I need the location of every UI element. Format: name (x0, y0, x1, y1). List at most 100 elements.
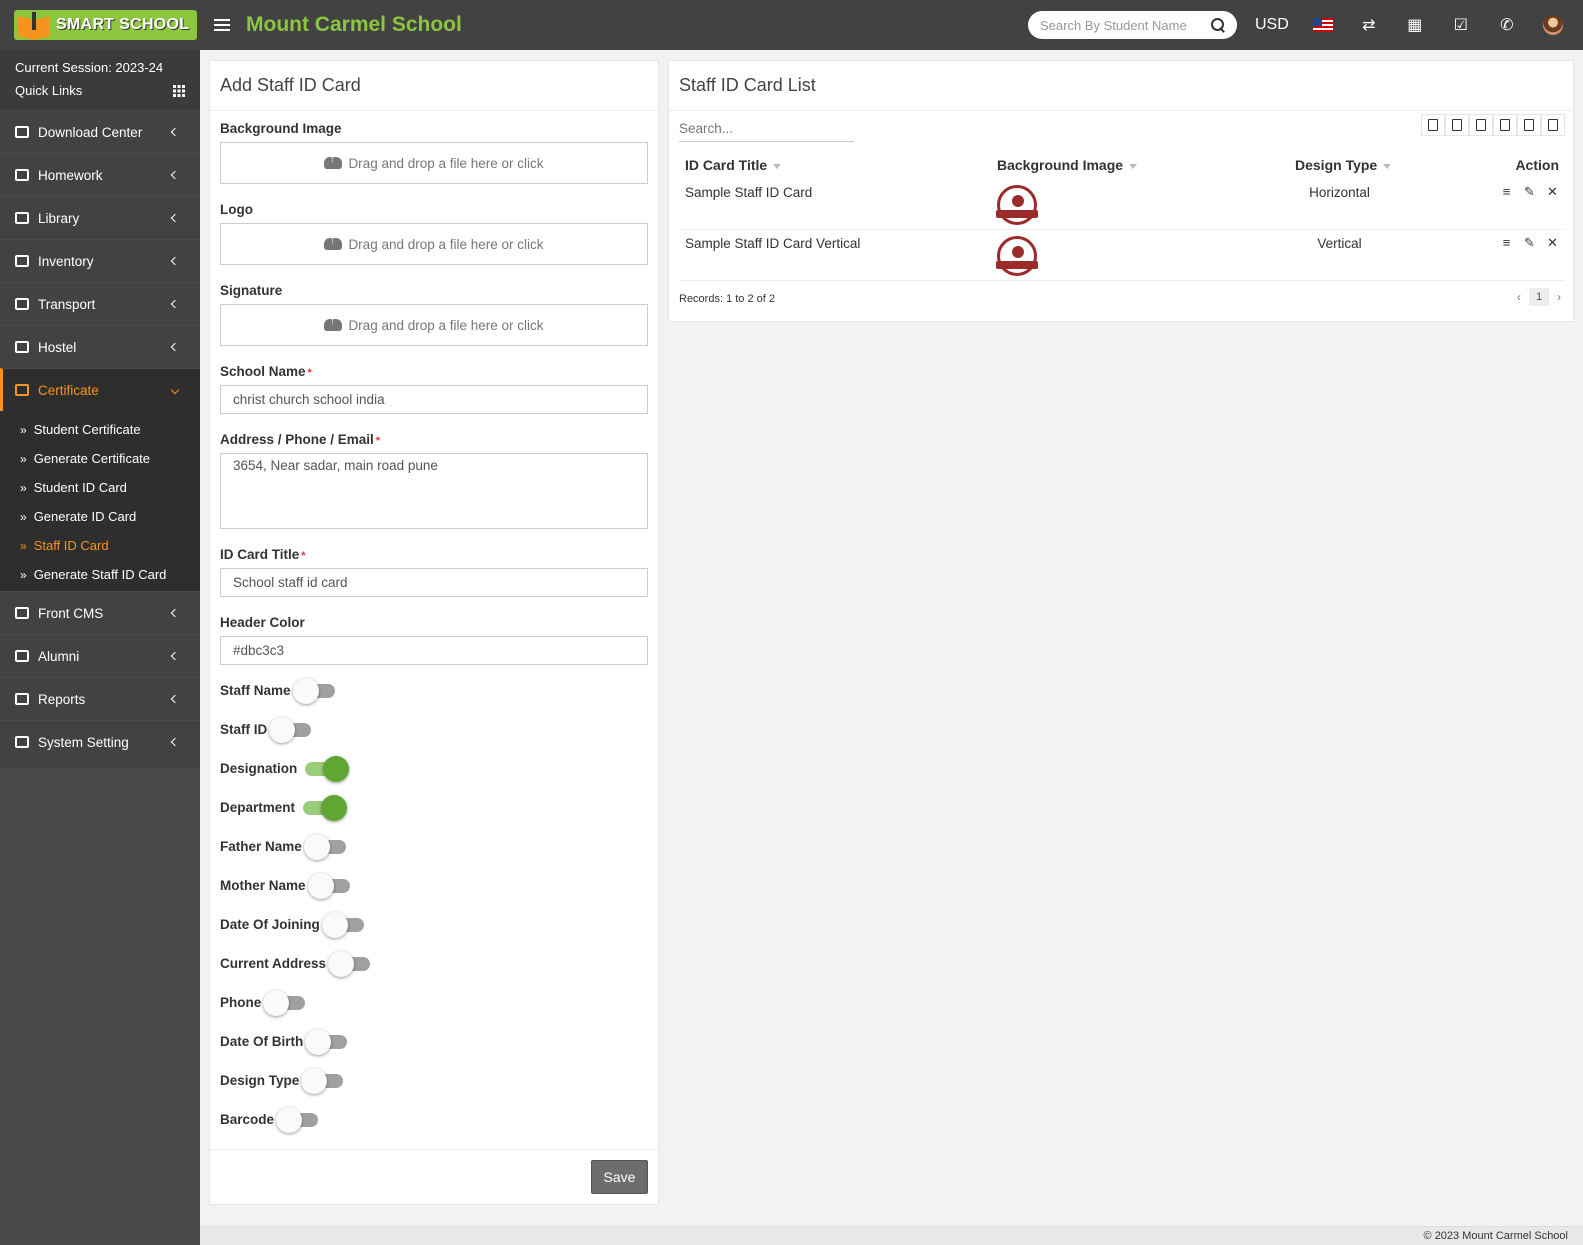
sidebar-item-inventory[interactable]: Inventory (0, 239, 200, 282)
toggle-switch[interactable] (263, 989, 306, 1016)
pdf-icon[interactable] (1493, 114, 1517, 136)
school-emblem-thumbnail[interactable] (996, 236, 1038, 276)
id-card-title-input[interactable]: School staff id card (220, 568, 648, 597)
logo-badge: SMART SCHOOL (14, 10, 198, 40)
student-search-input[interactable] (1040, 17, 1200, 33)
student-search (1028, 11, 1237, 39)
school-name: Mount Carmel School (246, 13, 462, 36)
edit-pencil-icon[interactable]: ✎ (1523, 236, 1536, 249)
sidebar-item-alumni[interactable]: Alumni (0, 634, 200, 677)
sidebar-item-library[interactable]: Library (0, 196, 200, 239)
task-check-icon[interactable]: ☑ (1449, 15, 1473, 35)
currency-selector[interactable]: USD (1255, 16, 1289, 34)
quick-links-label: Quick Links (15, 83, 83, 98)
user-avatar[interactable] (1541, 15, 1565, 35)
save-button[interactable]: Save (591, 1160, 648, 1194)
submenu-generate-certificate[interactable]: » Generate Certificate (0, 444, 200, 473)
toggle-label: Barcode (220, 1112, 275, 1127)
column-header-design-type[interactable]: Design Type (1227, 157, 1452, 173)
current-session-label: Current Session: 2023-24 (15, 60, 164, 75)
toggle-switch[interactable] (301, 1067, 344, 1094)
submenu-student-id-card[interactable]: » Student ID Card (0, 473, 200, 502)
language-flag-icon[interactable] (1311, 18, 1335, 32)
next-page-icon[interactable]: › (1557, 290, 1561, 304)
signature-dropzone[interactable]: Drag and drop a file here or click (220, 304, 648, 346)
toggle-label: Date Of Joining (220, 917, 320, 932)
sidebar-item-transport[interactable]: Transport (0, 282, 200, 325)
toggle-knob (269, 716, 296, 743)
toggle-switch[interactable] (328, 950, 371, 977)
toggle-switch[interactable] (305, 755, 350, 782)
sidebar-item-hostel[interactable]: Hostel (0, 325, 200, 368)
grid-icon[interactable] (173, 84, 185, 97)
sidebar-item-homework[interactable]: Homework (0, 153, 200, 196)
id-card-table: ID Card Title Background Image Design Ty… (679, 151, 1565, 281)
table-header: ID Card Title Background Image Design Ty… (679, 151, 1565, 179)
logo-label: Logo (220, 202, 253, 217)
staff-id-card-list-panel: Staff ID Card List ID Card Title Backgro… (668, 60, 1574, 322)
copy-icon[interactable] (1421, 114, 1445, 136)
submenu-generate-id-card[interactable]: » Generate ID Card (0, 502, 200, 531)
edit-pencil-icon[interactable]: ✎ (1523, 185, 1536, 198)
sidebar-item-system-setting[interactable]: System Setting (0, 720, 200, 763)
submenu-student-certificate[interactable]: » Student Certificate (0, 415, 200, 444)
table-search-input[interactable] (679, 116, 854, 142)
add-id-card-form: Background Image Drag and drop a file he… (210, 111, 658, 1139)
toggle-list: Staff Name Staff ID Designation Department F… (220, 671, 648, 1139)
csv-icon[interactable] (1469, 114, 1493, 136)
sidebar-item-label: Inventory (38, 253, 94, 269)
whatsapp-icon[interactable]: ✆ (1495, 15, 1519, 35)
address-textarea[interactable]: 3654, Near sadar, main road pune (220, 453, 648, 529)
view-list-icon[interactable]: ≡ (1500, 236, 1513, 249)
view-list-icon[interactable]: ≡ (1500, 185, 1513, 198)
toggle-switch[interactable] (305, 1028, 348, 1055)
column-header-background[interactable]: Background Image (997, 157, 1227, 173)
calendar-icon[interactable]: ▦ (1403, 15, 1427, 35)
logo[interactable]: SMART SCHOOL (0, 0, 200, 50)
toggle-knob (305, 1028, 332, 1055)
school-emblem-thumbnail[interactable] (996, 185, 1038, 225)
excel-icon[interactable] (1445, 114, 1469, 136)
search-icon[interactable] (1211, 18, 1225, 32)
school-name-input[interactable]: christ church school india (220, 385, 648, 414)
toggle-row: Designation (220, 749, 648, 788)
sidebar-item-reports[interactable]: Reports (0, 677, 200, 720)
background-image-dropzone[interactable]: Drag and drop a file here or click (220, 142, 648, 184)
signature-label: Signature (220, 283, 283, 298)
header-color-input[interactable]: #dbc3c3 (220, 636, 648, 665)
submenu-staff-id-card[interactable]: » Staff ID Card (0, 531, 200, 560)
delete-icon[interactable]: ✕ (1546, 185, 1559, 198)
prev-page-icon[interactable]: ‹ (1517, 290, 1521, 304)
logo-dropzone[interactable]: Drag and drop a file here or click (220, 223, 648, 265)
columns-icon[interactable] (1541, 114, 1565, 136)
switch-session-icon[interactable]: ⇄ (1357, 15, 1381, 35)
toggle-switch[interactable] (321, 911, 364, 938)
delete-icon[interactable]: ✕ (1546, 236, 1559, 249)
sidebar-item-front-cms[interactable]: Front CMS (0, 591, 200, 634)
toggle-switch[interactable] (276, 1106, 319, 1133)
current-session[interactable]: Current Session: 2023-24 (15, 60, 185, 75)
column-header-title[interactable]: ID Card Title (679, 157, 997, 173)
sidebar-item-download-center[interactable]: Download Center (0, 110, 200, 153)
toggle-switch[interactable] (303, 794, 348, 821)
double-chevron-icon: » (20, 538, 27, 553)
toggle-switch[interactable] (307, 872, 350, 899)
toggle-label: Mother Name (220, 878, 306, 893)
sidebar-item-label: Library (38, 210, 80, 226)
double-chevron-icon: » (20, 567, 27, 582)
page-number[interactable]: 1 (1529, 288, 1549, 306)
print-icon[interactable] (1517, 114, 1541, 136)
toggle-switch[interactable] (269, 716, 312, 743)
session-panel: Current Session: 2023-24 Quick Links (0, 50, 200, 110)
toggle-row: Mother Name (220, 866, 648, 905)
toggle-label: Staff ID (220, 722, 268, 737)
toggle-switch[interactable] (292, 677, 335, 704)
table-row: Sample Staff ID Card Vertical Vertical ≡… (679, 230, 1565, 281)
toggle-switch[interactable] (303, 833, 346, 860)
header-color-label: Header Color (220, 615, 305, 630)
submenu-generate-staff-id-card[interactable]: » Generate Staff ID Card (0, 560, 200, 589)
quick-links[interactable]: Quick Links (15, 83, 185, 98)
menu-toggle-icon[interactable] (214, 16, 230, 34)
sidebar-item-certificate[interactable]: Certificate (0, 368, 200, 411)
dropzone-text: Drag and drop a file here or click (348, 317, 544, 333)
